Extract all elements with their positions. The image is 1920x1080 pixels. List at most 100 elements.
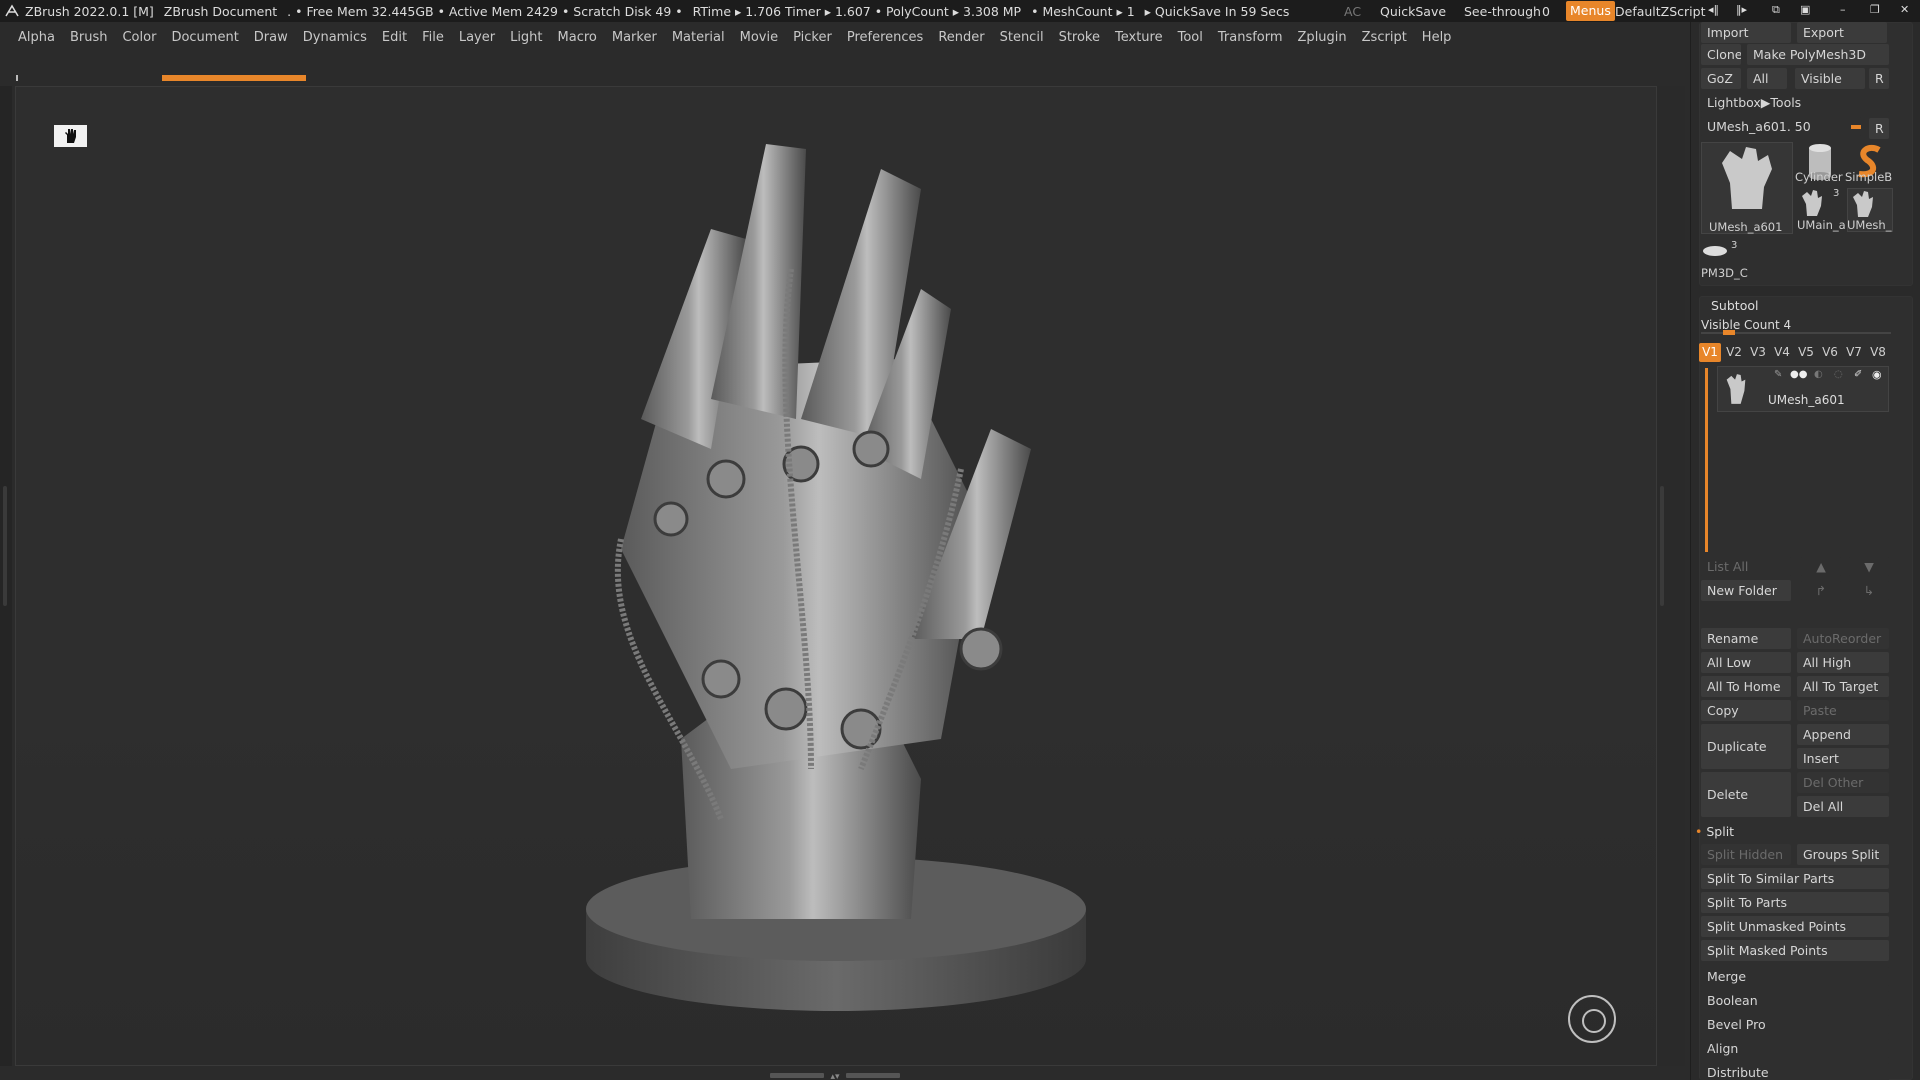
goz-r-button[interactable]: R [1869, 68, 1889, 89]
menu-document[interactable]: Document [171, 30, 238, 45]
split-to-parts-button[interactable]: Split To Parts [1701, 892, 1889, 913]
all-to-target-button[interactable]: All To Target [1797, 676, 1889, 697]
menu-alpha[interactable]: Alpha [18, 30, 55, 45]
export-button[interactable]: Export [1797, 22, 1887, 43]
delete-button[interactable]: Delete [1701, 772, 1791, 817]
all-low-button[interactable]: All Low [1701, 652, 1791, 673]
folder-down-icon[interactable]: ↳ [1849, 580, 1889, 601]
move-up-icon[interactable]: ▲ [1801, 556, 1841, 577]
subtool-list-item[interactable]: ✎ ●● ◐ ◌ ✐ ◉ UMesh_a601 [1717, 366, 1889, 412]
subtool-visibility-eye-icon[interactable]: ◉ [1872, 368, 1882, 381]
menu-zplugin[interactable]: Zplugin [1298, 30, 1347, 45]
navigation-circle-icon[interactable] [1568, 995, 1616, 1043]
tab-v7[interactable]: V7 [1843, 343, 1865, 362]
groups-split-button[interactable]: Groups Split [1797, 844, 1889, 865]
menu-draw[interactable]: Draw [254, 30, 288, 45]
menu-color[interactable]: Color [122, 30, 156, 45]
new-folder-button[interactable]: New Folder [1701, 580, 1791, 601]
menu-stroke[interactable]: Stroke [1059, 30, 1100, 45]
menu-tool[interactable]: Tool [1178, 30, 1203, 45]
split-to-similar-parts-button[interactable]: Split To Similar Parts [1701, 868, 1889, 889]
goz-visible-button[interactable]: Visible [1795, 68, 1865, 89]
subtool-brush-icon[interactable]: ✎ [1774, 369, 1782, 380]
menu-render[interactable]: Render [938, 30, 984, 45]
default-zscript-button[interactable]: DefaultZScript [1615, 4, 1706, 19]
insert-button[interactable]: Insert [1797, 748, 1889, 769]
menu-macro[interactable]: Macro [558, 30, 597, 45]
move-down-icon[interactable]: ▼ [1849, 556, 1889, 577]
folder-up-icon[interactable]: ↱ [1801, 580, 1841, 601]
split-hidden-button[interactable]: Split Hidden [1701, 844, 1791, 865]
menu-dynamics[interactable]: Dynamics [303, 30, 367, 45]
menu-material[interactable]: Material [672, 30, 725, 45]
tab-v5[interactable]: V5 [1795, 343, 1817, 362]
menu-picker[interactable]: Picker [793, 30, 832, 45]
menu-texture[interactable]: Texture [1115, 30, 1163, 45]
menu-zscript[interactable]: Zscript [1362, 30, 1407, 45]
subtool-polypaint-icon[interactable]: ●● [1790, 369, 1807, 380]
all-high-button[interactable]: All High [1797, 652, 1889, 673]
current-tool-slider[interactable]: UMesh_a601. 50 [1701, 116, 1861, 137]
rename-button[interactable]: Rename [1701, 628, 1791, 649]
menu-file[interactable]: File [422, 30, 444, 45]
split-masked-points-button[interactable]: Split Masked Points [1701, 940, 1889, 961]
document-canvas[interactable] [15, 86, 1657, 1066]
tab-v2[interactable]: V2 [1723, 343, 1745, 362]
next-layout-icon[interactable]: ‖▸ [1736, 3, 1747, 16]
subtool-title[interactable]: Subtool [1711, 298, 1758, 313]
boolean-section[interactable]: Boolean [1701, 990, 1889, 1011]
close-icon[interactable]: ✕ [1900, 3, 1909, 16]
clone-button[interactable]: Clone [1701, 44, 1741, 65]
del-other-button[interactable]: Del Other [1797, 772, 1889, 793]
subtool-list-scrollbar[interactable] [1705, 368, 1708, 552]
right-shelf-handle[interactable] [1660, 486, 1664, 606]
subtool-mode-icon[interactable]: ◐ [1814, 369, 1823, 380]
menu-edit[interactable]: Edit [382, 30, 407, 45]
menu-transform[interactable]: Transform [1218, 30, 1283, 45]
bottom-shelf-handle[interactable]: ▴▾ [770, 1070, 900, 1080]
split-unmasked-points-button[interactable]: Split Unmasked Points [1701, 916, 1889, 937]
subtool-solo-icon[interactable]: ◌ [1834, 369, 1843, 380]
goz-button[interactable]: GoZ [1701, 68, 1741, 89]
current-tool-r-button[interactable]: R [1869, 118, 1889, 139]
subtool-brush2-icon[interactable]: ✐ [1854, 369, 1862, 380]
minimize-icon[interactable]: – [1840, 3, 1846, 16]
menu-light[interactable]: Light [510, 30, 542, 45]
align-section[interactable]: Align [1701, 1038, 1889, 1059]
tab-v8[interactable]: V8 [1867, 343, 1889, 362]
append-button[interactable]: Append [1797, 724, 1889, 745]
menu-stencil[interactable]: Stencil [1000, 30, 1044, 45]
split-section[interactable]: • Split [1695, 822, 1895, 842]
menu-help[interactable]: Help [1422, 30, 1452, 45]
paste-button[interactable]: Paste [1797, 700, 1889, 721]
menu-preferences[interactable]: Preferences [847, 30, 923, 45]
quicksave-button[interactable]: QuickSave [1380, 4, 1446, 19]
del-all-button[interactable]: Del All [1797, 796, 1889, 817]
merge-section[interactable]: Merge [1701, 966, 1889, 987]
bevel-pro-section[interactable]: Bevel Pro [1701, 1014, 1889, 1035]
ac-label[interactable]: AC [1344, 4, 1361, 19]
make-polymesh-button[interactable]: Make PolyMesh3D [1747, 44, 1889, 65]
restore-icon[interactable]: ❐ [1870, 3, 1880, 16]
ui-layout-icon[interactable]: ⧉ [1772, 3, 1780, 17]
import-button[interactable]: Import [1701, 22, 1791, 43]
autoreorder-button[interactable]: AutoReorder [1797, 628, 1889, 649]
list-all-button[interactable]: List All [1701, 556, 1791, 577]
duplicate-button[interactable]: Duplicate [1701, 724, 1791, 769]
left-shelf-handle[interactable] [3, 486, 7, 606]
visible-count-slider[interactable]: Visible Count 4 [1701, 316, 1891, 336]
tool-thumb-pm3d[interactable]: 3 [1701, 240, 1747, 266]
menu-layer[interactable]: Layer [459, 30, 495, 45]
distribute-section[interactable]: Distribute [1701, 1062, 1889, 1080]
tab-v3[interactable]: V3 [1747, 343, 1769, 362]
tab-v1[interactable]: V1 [1699, 343, 1721, 362]
all-to-home-button[interactable]: All To Home [1701, 676, 1791, 697]
menu-brush[interactable]: Brush [70, 30, 108, 45]
menu-movie[interactable]: Movie [740, 30, 778, 45]
lightbox-tools-button[interactable]: Lightbox▶Tools [1701, 92, 1889, 113]
tab-v6[interactable]: V6 [1819, 343, 1841, 362]
menu-marker[interactable]: Marker [612, 30, 657, 45]
menus-toggle-button[interactable]: Menus [1566, 1, 1615, 21]
ui-colors-icon[interactable]: ▣ [1800, 3, 1810, 16]
tab-v4[interactable]: V4 [1771, 343, 1793, 362]
